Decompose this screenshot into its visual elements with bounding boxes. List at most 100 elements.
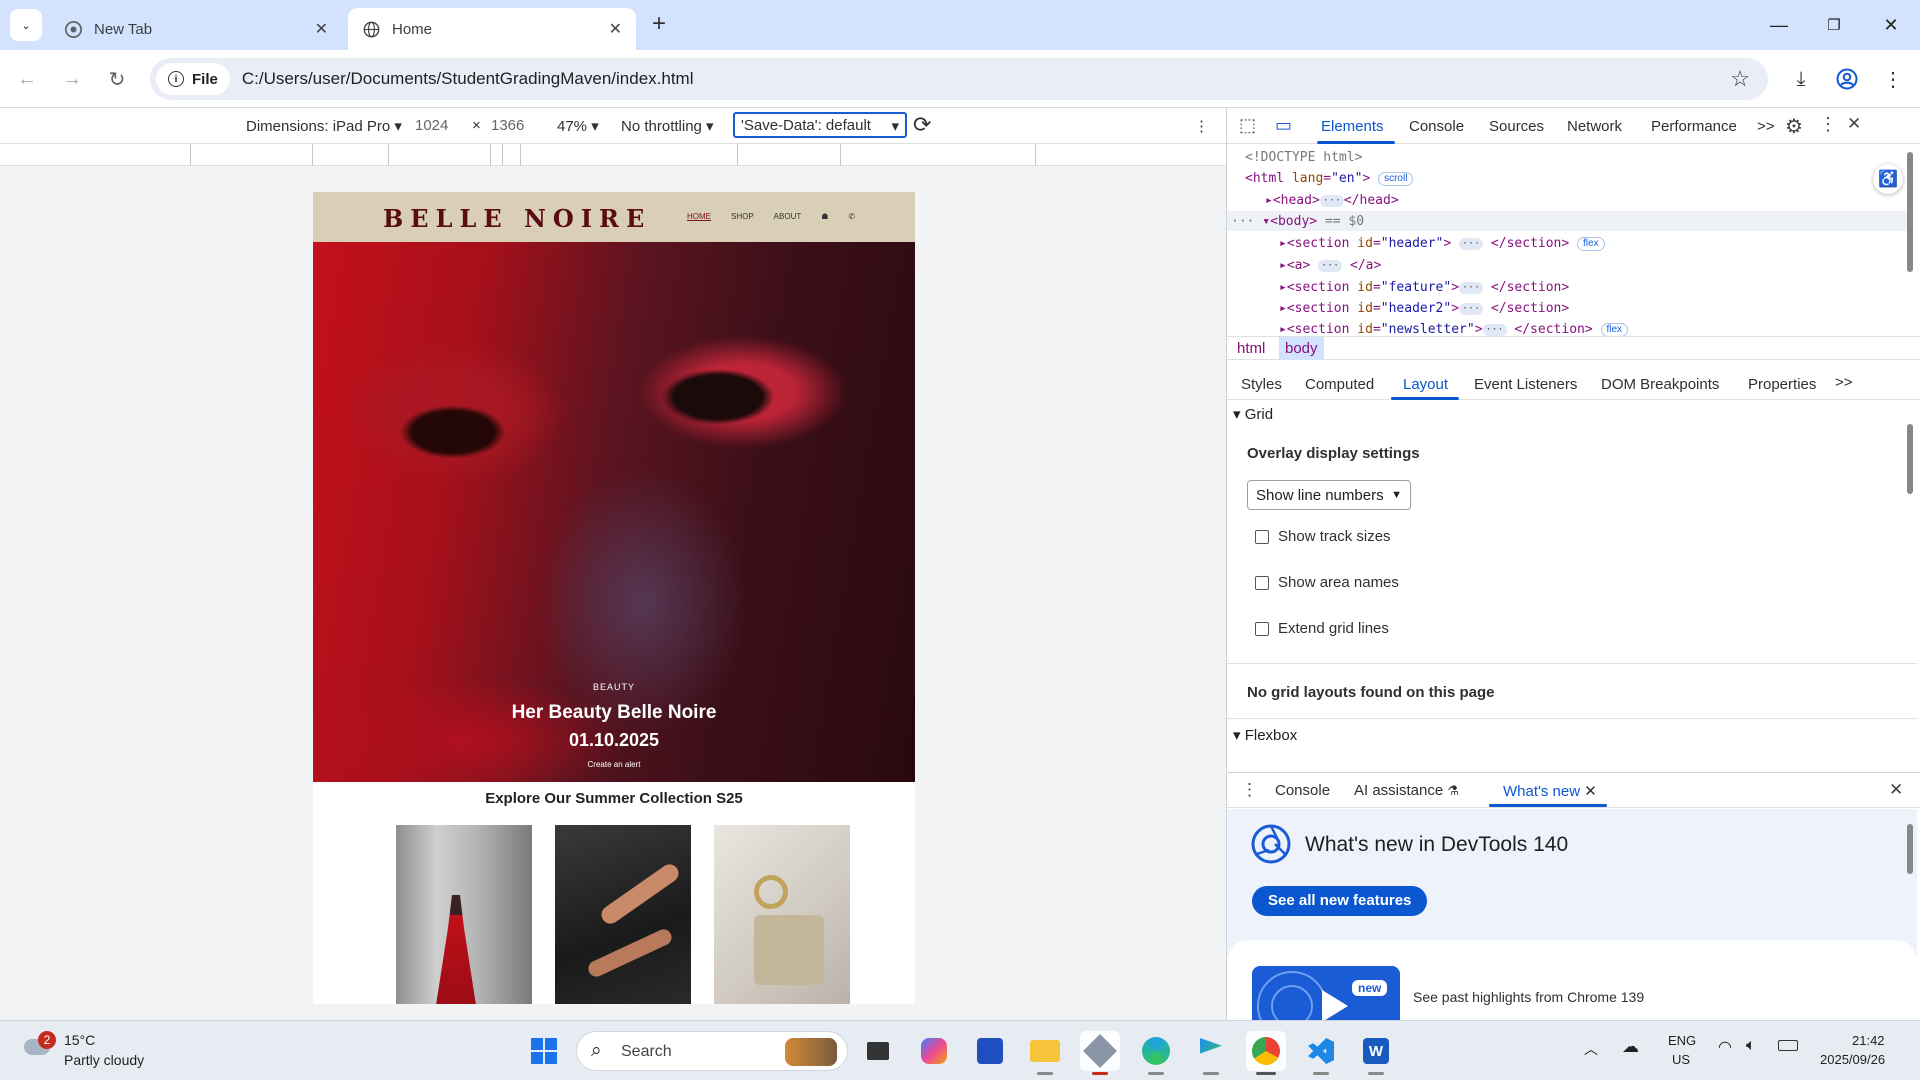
word-icon[interactable]: W — [1356, 1031, 1396, 1075]
dimensions-select[interactable]: Dimensions: iPad Pro ▾ — [246, 117, 402, 135]
extend-grid-lines-checkbox[interactable]: Extend grid lines — [1255, 620, 1389, 637]
lang-eng[interactable]: ENG — [1668, 1033, 1696, 1048]
breadcrumb-html[interactable]: html — [1237, 340, 1265, 357]
tab-network[interactable]: Network — [1567, 118, 1622, 135]
close-tab-icon[interactable]: ✕ — [315, 19, 328, 39]
forward-arrow-icon[interactable]: → — [55, 62, 89, 96]
shop-bag-icon[interactable]: ☗ — [821, 212, 828, 221]
start-windows-icon[interactable] — [524, 1031, 564, 1071]
site-logo[interactable]: BELLE NOIRE — [383, 204, 651, 233]
more-tabs-icon[interactable]: >> — [1757, 118, 1775, 135]
flag-app-icon[interactable] — [1191, 1031, 1231, 1075]
subtab-event-listeners[interactable]: Event Listeners — [1474, 376, 1577, 393]
dom-scrollbar[interactable] — [1907, 152, 1913, 272]
site-info-chip[interactable]: i File — [156, 63, 230, 95]
drawer-tab-console[interactable]: Console — [1275, 782, 1330, 799]
show-track-sizes-checkbox[interactable]: Show track sizes — [1255, 528, 1391, 545]
task-view-icon[interactable] — [858, 1031, 898, 1071]
tab-sources[interactable]: Sources — [1489, 118, 1544, 135]
nav-shop[interactable]: SHOP — [731, 212, 754, 221]
devtools-menu-icon[interactable]: ⋮ — [1819, 114, 1837, 135]
dom-head[interactable]: ▸<head> ··· </head> — [1265, 193, 1399, 208]
product-image-heels[interactable] — [555, 825, 691, 1004]
accessibility-tree-icon[interactable]: ♿ — [1873, 164, 1903, 194]
subtab-properties[interactable]: Properties — [1748, 376, 1816, 393]
wifi-icon[interactable]: ◠ — [1718, 1037, 1732, 1057]
device-more-icon[interactable]: ⋮ — [1194, 117, 1209, 135]
clock-time[interactable]: 21:42 — [1852, 1033, 1885, 1048]
drawer-tab-ai-assistance[interactable]: AI assistance ⚗ — [1354, 782, 1459, 799]
dom-doctype[interactable]: <!DOCTYPE html> — [1245, 150, 1362, 165]
nav-home[interactable]: HOME — [687, 212, 711, 221]
close-devtools-icon[interactable]: ✕ — [1847, 114, 1861, 134]
back-arrow-icon[interactable]: ← — [10, 62, 44, 96]
inspect-element-icon[interactable]: ⬚ — [1239, 115, 1256, 136]
copilot-icon[interactable] — [914, 1031, 954, 1071]
reload-icon[interactable]: ↻ — [100, 62, 134, 96]
dom-body[interactable]: ··· ▾<body> == $0 — [1231, 214, 1364, 229]
profile-icon[interactable] — [1830, 62, 1864, 96]
dom-row[interactable]: ▸<a> ··· </a> — [1279, 258, 1381, 273]
product-image-red-dress[interactable] — [396, 825, 532, 1004]
weather-widget[interactable]: 2 15°C Partly cloudy — [20, 1029, 160, 1073]
app-cube-icon[interactable] — [1080, 1031, 1120, 1075]
flexbox-section-header[interactable]: ▾ Flexbox — [1233, 726, 1297, 744]
new-tab-button[interactable]: + — [652, 10, 666, 38]
vscode-icon[interactable] — [1301, 1031, 1341, 1075]
bookmark-star-icon[interactable]: ☆ — [1730, 66, 1750, 92]
subtab-layout[interactable]: Layout — [1403, 376, 1448, 393]
drawer-scrollbar[interactable] — [1907, 824, 1913, 874]
battery-icon[interactable] — [1778, 1040, 1798, 1051]
close-drawer-icon[interactable]: ✕ — [1889, 780, 1903, 800]
onedrive-icon[interactable]: ☁ — [1622, 1037, 1639, 1057]
dom-row[interactable]: ▸<section id="header2"> ··· </section> — [1279, 301, 1569, 316]
drawer-tab-whats-new[interactable]: What's new ✕ — [1503, 782, 1597, 800]
see-all-features-button[interactable]: See all new features — [1252, 886, 1428, 916]
settings-gear-icon[interactable]: ⚙ — [1785, 114, 1803, 139]
past-highlights-text[interactable]: See past highlights from Chrome 139 — [1413, 989, 1644, 1005]
more-subtabs-icon[interactable]: >> — [1835, 374, 1853, 391]
rotate-icon[interactable]: ⟳ — [913, 112, 931, 138]
tab-home[interactable]: Home ✕ — [348, 8, 636, 50]
width-input[interactable]: 1024 — [415, 117, 448, 134]
height-input[interactable]: 1366 — [491, 117, 524, 134]
dom-row[interactable]: ▸<section id="newsletter"> ··· </section>… — [1279, 322, 1629, 336]
taskbar-search[interactable]: ⌕ Search — [576, 1031, 848, 1071]
store-icon[interactable] — [970, 1031, 1010, 1071]
breadcrumb-body[interactable]: body — [1279, 337, 1324, 360]
tab-console[interactable]: Console — [1409, 118, 1464, 135]
close-tab-icon[interactable]: ✕ — [609, 19, 622, 39]
subtab-dom-breakpoints[interactable]: DOM Breakpoints — [1601, 376, 1719, 393]
subtab-computed[interactable]: Computed — [1305, 376, 1374, 393]
close-window-icon[interactable]: ✕ — [1862, 0, 1920, 50]
product-image-handbag[interactable] — [714, 825, 850, 1004]
minimize-icon[interactable]: — — [1750, 0, 1808, 50]
tab-search-button[interactable]: ⌄ — [10, 9, 42, 41]
drawer-menu-icon[interactable]: ⋮ — [1241, 780, 1258, 800]
tab-new-tab[interactable]: New Tab ✕ — [50, 8, 342, 50]
hero-alert-link[interactable]: Create an alert — [313, 760, 915, 769]
subtab-styles[interactable]: Styles — [1241, 376, 1282, 393]
dom-html[interactable]: <html lang="en"> scroll — [1245, 171, 1414, 186]
address-bar[interactable]: i File C:/Users/user/Documents/StudentGr… — [150, 58, 1768, 100]
layout-scrollbar[interactable] — [1907, 424, 1913, 494]
tab-performance[interactable]: Performance — [1651, 118, 1737, 135]
download-icon[interactable]: ⤓ — [1784, 62, 1818, 96]
edge-icon[interactable] — [1136, 1031, 1176, 1075]
dom-row[interactable]: ▸<section id="header"> ··· </section> fl… — [1279, 236, 1605, 251]
file-explorer-icon[interactable] — [1025, 1031, 1065, 1075]
lang-us[interactable]: US — [1672, 1052, 1690, 1067]
device-toggle-icon[interactable]: ▭ — [1275, 115, 1292, 136]
chrome-taskbar-icon[interactable] — [1246, 1031, 1286, 1075]
zoom-select[interactable]: 47% ▾ — [557, 117, 599, 135]
volume-icon[interactable]: 🔈︎ — [1746, 1037, 1756, 1055]
nav-about[interactable]: ABOUT — [774, 212, 802, 221]
save-data-select[interactable]: 'Save-Data': default ▾ — [733, 112, 907, 138]
url-text[interactable]: C:/Users/user/Documents/StudentGradingMa… — [242, 69, 694, 89]
line-numbers-select[interactable]: Show line numbers ▼ — [1247, 480, 1411, 510]
show-area-names-checkbox[interactable]: Show area names — [1255, 574, 1399, 591]
clock-date[interactable]: 2025/09/26 — [1820, 1052, 1885, 1067]
more-menu-icon[interactable]: ⋮ — [1876, 62, 1910, 96]
tab-elements[interactable]: Elements — [1321, 118, 1384, 135]
grid-section-header[interactable]: ▾ Grid — [1233, 405, 1273, 423]
